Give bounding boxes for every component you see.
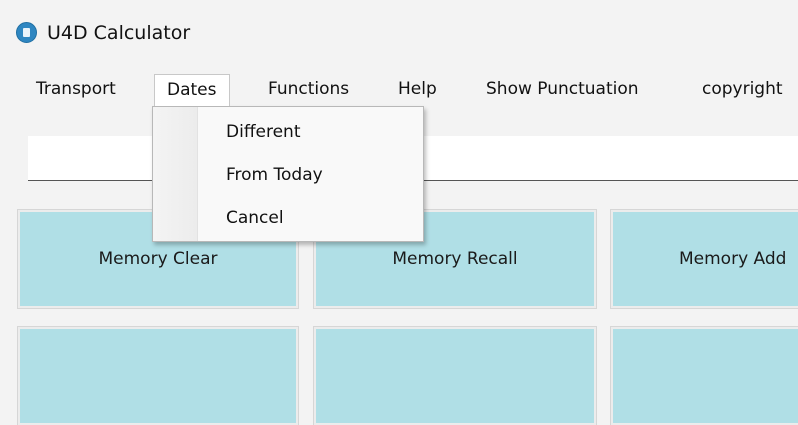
- title-bar: U4D Calculator: [0, 0, 798, 64]
- memory-add-button[interactable]: Memory Add: [610, 209, 798, 309]
- menu-transport[interactable]: Transport: [24, 74, 128, 104]
- menu-help[interactable]: Help: [386, 74, 449, 104]
- dates-menu-item-from-today[interactable]: From Today: [153, 158, 423, 192]
- menu-functions[interactable]: Functions: [256, 74, 361, 104]
- menu-show-punctuation[interactable]: Show Punctuation: [474, 74, 651, 104]
- keypad-button-row2-1[interactable]: [17, 326, 299, 425]
- menu-copyright[interactable]: copyright: [690, 74, 795, 104]
- app-icon: [16, 22, 37, 43]
- dates-dropdown-menu: Different From Today Cancel: [152, 106, 424, 242]
- keypad-button-row2-3[interactable]: [610, 326, 798, 425]
- menu-dates[interactable]: Dates: [154, 74, 230, 106]
- window-title: U4D Calculator: [47, 22, 191, 44]
- dates-menu-item-cancel[interactable]: Cancel: [153, 201, 423, 235]
- keypad-button-row2-2[interactable]: [313, 326, 597, 425]
- menu-bar: Transport Dates Functions Help Show Punc…: [0, 66, 798, 108]
- dates-menu-item-different[interactable]: Different: [153, 115, 423, 149]
